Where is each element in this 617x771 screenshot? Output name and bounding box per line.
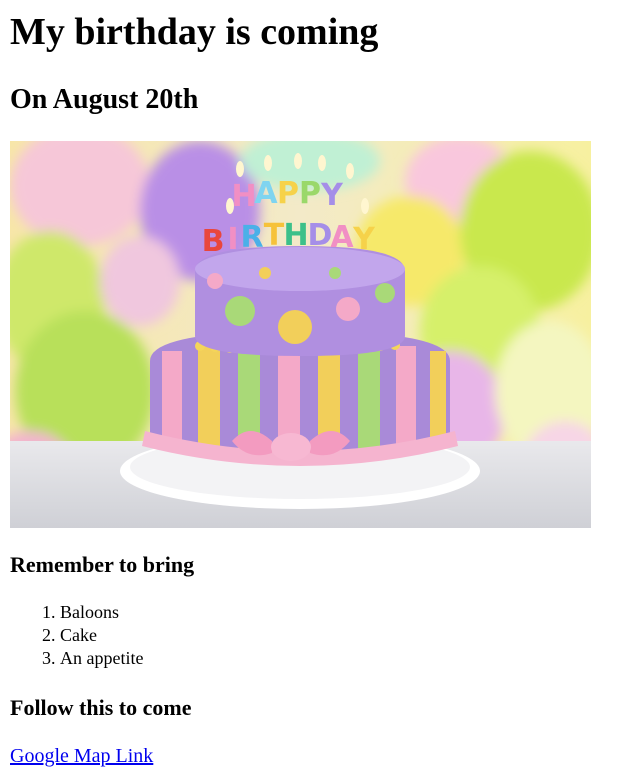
google-map-link[interactable]: Google Map Link (10, 744, 153, 768)
birthday-cake-image: H A P P Y B I R T H D A Y (10, 141, 591, 528)
follow-heading: Follow this to come (10, 695, 192, 720)
list-item: Baloons (60, 601, 143, 624)
svg-text:P: P (299, 176, 321, 211)
list-item: Cake (60, 624, 143, 647)
svg-text:Y: Y (352, 222, 376, 257)
date-subtitle: On August 20th (10, 84, 199, 115)
svg-text:A: A (330, 220, 354, 255)
bring-list: Baloons Cake An appetite (10, 601, 143, 670)
list-item: An appetite (60, 647, 143, 670)
svg-text:B: B (202, 224, 225, 259)
svg-text:R: R (240, 220, 263, 255)
svg-text:H: H (231, 179, 256, 214)
svg-text:I: I (227, 222, 238, 257)
page-title: My birthday is coming (10, 11, 379, 53)
bring-heading: Remember to bring (10, 552, 195, 577)
svg-text:A: A (254, 176, 278, 211)
svg-text:T: T (264, 218, 285, 253)
svg-text:D: D (308, 218, 333, 253)
svg-text:H: H (283, 218, 308, 253)
svg-text:P: P (277, 176, 299, 211)
svg-text:Y: Y (320, 178, 344, 213)
